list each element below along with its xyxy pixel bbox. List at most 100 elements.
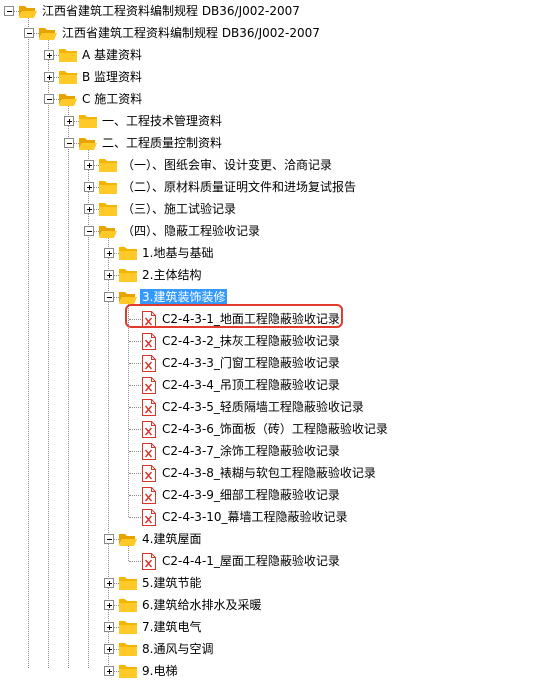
doc-x-icon [142,443,156,460]
tree-folder-row[interactable]: B 监理资料 [0,67,557,87]
folder-icon [98,201,118,217]
folder-label: 一、工程技术管理资料 [102,114,223,128]
file-label: C2-4-3-6_饰面板（砖）工程隐蔽验收记录 [162,422,388,436]
folder-label: A 基建资料 [82,48,143,62]
folder-label: 4.建筑屋面 [142,532,202,546]
collapse-toggle[interactable] [84,226,94,236]
file-label: C2-4-4-1_屋面工程隐蔽验收记录 [162,554,340,568]
tree-file-row[interactable]: C2-4-3-4_吊顶工程隐蔽验收记录 [0,375,557,395]
doc-x-icon [142,377,156,394]
folder-label: （三）、施工试验记录 [122,202,237,216]
collapse-toggle[interactable] [104,534,114,544]
file-label: C2-4-3-10_幕墙工程隐蔽验收记录 [162,510,348,524]
tree-folder-row[interactable]: C 施工资料 [0,89,557,109]
tree-file-row[interactable]: C2-4-3-6_饰面板（砖）工程隐蔽验收记录 [0,419,557,439]
file-label: C2-4-3-7_涂饰工程隐蔽验收记录 [162,444,340,458]
tree-folder-row[interactable]: 一、工程技术管理资料 [0,111,557,131]
tree-file-row[interactable]: C2-4-3-9_细部工程隐蔽验收记录 [0,485,557,505]
expand-toggle[interactable] [104,600,114,610]
folder-open-icon [78,135,98,151]
tree-folder-row[interactable]: 1.地基与基础 [0,243,557,263]
collapse-toggle[interactable] [64,138,74,148]
doc-x-icon [142,355,156,372]
folder-label: 5.建筑节能 [142,576,202,590]
folder-icon [98,179,118,195]
tree-folder-row[interactable]: （一）、图纸会审、设计变更、洽商记录 [0,155,557,175]
folder-label: 二、工程质量控制资料 [102,136,223,150]
collapse-toggle[interactable] [44,94,54,104]
tree-folder-row[interactable]: 二、工程质量控制资料 [0,133,557,153]
folder-label: （二）、原材料质量证明文件和进场复试报告 [122,180,357,194]
folder-icon [78,113,98,129]
expand-toggle[interactable] [104,644,114,654]
folder-icon [118,619,138,635]
doc-x-icon [142,509,156,526]
folder-label: 2.主体结构 [142,268,202,282]
folder-label: 6.建筑给水排水及采暖 [142,598,262,612]
tree-folder-row[interactable]: （二）、原材料质量证明文件和进场复试报告 [0,177,557,197]
folder-label: 1.地基与基础 [142,246,214,260]
expand-toggle[interactable] [84,160,94,170]
doc-x-icon [142,421,156,438]
doc-x-icon [142,465,156,482]
folder-icon [98,157,118,173]
folder-icon [118,641,138,657]
tree-file-row[interactable]: C2-4-4-1_屋面工程隐蔽验收记录 [0,551,557,571]
expand-toggle[interactable] [104,270,114,280]
expand-toggle[interactable] [104,622,114,632]
doc-x-icon [142,333,156,350]
file-label: C2-4-3-8_裱糊与软包工程隐蔽验收记录 [162,466,376,480]
expand-toggle[interactable] [64,116,74,126]
folder-icon [118,267,138,283]
expand-toggle[interactable] [104,578,114,588]
folder-label: C 施工资料 [82,92,143,106]
expand-toggle[interactable] [104,248,114,258]
tree-file-row[interactable]: C2-4-3-2_抹灰工程隐蔽验收记录 [0,331,557,351]
folder-label: 3.建筑装饰装修 [140,289,228,305]
tree-folder-row[interactable]: 5.建筑节能 [0,573,557,593]
tree-folder-row[interactable]: （三）、施工试验记录 [0,199,557,219]
folder-label: 9.电梯 [142,664,178,678]
collapse-toggle[interactable] [4,6,14,16]
folder-label: （一）、图纸会审、设计变更、洽商记录 [122,158,333,172]
tree-folder-row[interactable]: 8.通风与空调 [0,639,557,659]
doc-x-icon [142,553,156,570]
folder-label: （四）、隐蔽工程验收记录 [122,224,261,238]
tree-file-row[interactable]: C2-4-3-3_门窗工程隐蔽验收记录 [0,353,557,373]
tree-folder-row[interactable]: 江西省建筑工程资料编制规程 DB36/J002-2007 [0,23,557,43]
tree-file-row[interactable]: C2-4-3-10_幕墙工程隐蔽验收记录 [0,507,557,527]
tree-file-row[interactable]: C2-4-3-8_裱糊与软包工程隐蔽验收记录 [0,463,557,483]
folder-icon [58,47,78,63]
tree-folder-row[interactable]: A 基建资料 [0,45,557,65]
tree-folder-row[interactable]: 2.主体结构 [0,265,557,285]
collapse-toggle[interactable] [24,28,34,38]
expand-toggle[interactable] [44,50,54,60]
folder-open-icon [98,223,118,239]
tree-file-row[interactable]: C2-4-3-7_涂饰工程隐蔽验收记录 [0,441,557,461]
file-label: C2-4-3-2_抹灰工程隐蔽验收记录 [162,334,340,348]
folder-label: B 监理资料 [82,70,143,84]
folder-icon [118,663,138,679]
folder-icon [118,575,138,591]
tree-folder-row[interactable]: 7.建筑电气 [0,617,557,637]
expand-toggle[interactable] [44,72,54,82]
highlight-ring [125,304,343,328]
doc-x-icon [142,487,156,504]
tree-file-row[interactable]: C2-4-3-5_轻质隔墙工程隐蔽验收记录 [0,397,557,417]
tree-folder-row[interactable]: （四）、隐蔽工程验收记录 [0,221,557,241]
doc-x-icon [142,399,156,416]
tree-folder-row[interactable]: 6.建筑给水排水及采暖 [0,595,557,615]
file-tree: 江西省建筑工程资料编制规程 DB36/J002-2007 江西省建筑工程资料编制规… [0,0,557,678]
folder-label: 7.建筑电气 [142,620,202,634]
folder-label: 江西省建筑工程资料编制规程 DB36/J002-2007 [42,4,300,18]
tree-folder-row[interactable]: 9.电梯 [0,661,557,681]
folder-open-icon [18,3,38,19]
expand-toggle[interactable] [84,182,94,192]
file-label: C2-4-3-5_轻质隔墙工程隐蔽验收记录 [162,400,364,414]
folder-label: 8.通风与空调 [142,642,214,656]
tree-folder-row[interactable]: 4.建筑屋面 [0,529,557,549]
collapse-toggle[interactable] [104,292,114,302]
expand-toggle[interactable] [84,204,94,214]
tree-folder-row[interactable]: 江西省建筑工程资料编制规程 DB36/J002-2007 [0,1,557,21]
folder-label: 江西省建筑工程资料编制规程 DB36/J002-2007 [62,26,320,40]
